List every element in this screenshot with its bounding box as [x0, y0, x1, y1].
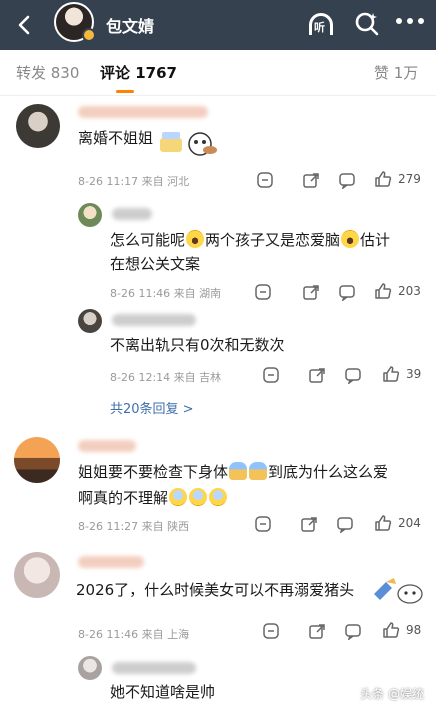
laugh-emoji-icon	[341, 230, 360, 248]
commenter-name[interactable]	[78, 440, 136, 452]
reply-icon[interactable]	[344, 366, 362, 384]
avatar[interactable]	[16, 104, 60, 148]
comment-text: 啊真的不理解	[78, 486, 228, 510]
cake-sticker-icon	[160, 132, 217, 156]
commenter-name[interactable]	[112, 314, 196, 326]
reply-icon[interactable]	[338, 171, 356, 189]
more-options-icon[interactable]	[396, 18, 424, 26]
like-icon[interactable]	[374, 282, 392, 300]
tab-repost[interactable]: 转发 830	[16, 62, 79, 83]
pray-emoji-icon	[229, 462, 248, 480]
comment-meta: 8-26 11:27 来自 陕西	[78, 520, 190, 533]
tab-likes[interactable]: 赞 1万	[374, 62, 418, 83]
avatar[interactable]	[78, 309, 102, 333]
cry-emoji-icon	[209, 488, 228, 506]
like-icon[interactable]	[374, 170, 392, 188]
reply-text: 不离出轨只有0次和无数次	[110, 336, 285, 354]
verified-badge-icon	[82, 28, 96, 42]
active-tab-indicator	[116, 90, 134, 93]
tab-comments[interactable]: 评论 1767	[100, 62, 177, 83]
pray-emoji-icon	[249, 462, 268, 480]
commenter-name[interactable]	[112, 208, 152, 220]
reply-text: 她不知道啥是帅	[110, 683, 216, 701]
cry-emoji-icon	[169, 488, 188, 506]
laugh-emoji-icon	[186, 230, 205, 248]
share-icon[interactable]	[308, 366, 326, 384]
like-icon[interactable]	[382, 621, 400, 639]
share-icon[interactable]	[302, 283, 320, 301]
share-icon[interactable]	[302, 171, 320, 189]
block-icon[interactable]	[262, 622, 280, 640]
reply-icon[interactable]	[336, 515, 354, 533]
like-count: 98	[406, 623, 422, 637]
comment-meta: 8-26 11:17 来自 河北	[78, 175, 190, 188]
block-icon[interactable]	[254, 283, 272, 301]
comment-meta: 8-26 11:46 来自 湖南	[110, 287, 222, 300]
avatar[interactable]	[14, 552, 60, 598]
listen-label: 听	[314, 21, 325, 34]
comment-meta: 8-26 11:46 来自 上海	[78, 628, 190, 641]
commenter-name[interactable]	[112, 662, 196, 674]
like-icon[interactable]	[374, 514, 392, 532]
share-icon[interactable]	[300, 515, 318, 533]
like-count: 203	[398, 284, 421, 298]
comment-text: 2026了，什么时候美女可以不再溺爱猪头	[76, 581, 355, 599]
reply-text: 怎么可能呢 两个孩子又是恋爱脑 估计	[110, 230, 391, 249]
listen-button[interactable]: 听	[306, 10, 340, 40]
reply-icon[interactable]	[344, 622, 362, 640]
share-icon[interactable]	[308, 622, 326, 640]
block-icon[interactable]	[262, 366, 280, 384]
avatar[interactable]	[78, 656, 102, 680]
search-icon[interactable]	[354, 11, 380, 37]
tab-bar: 转发 830 评论 1767 赞 1万	[0, 50, 436, 96]
block-icon[interactable]	[256, 171, 274, 189]
view-more-replies-link[interactable]: 共20条回复 >	[110, 398, 194, 417]
avatar[interactable]	[14, 437, 60, 483]
like-count: 39	[406, 367, 422, 381]
watermark: 头条 @娱统	[360, 687, 424, 701]
block-icon[interactable]	[254, 515, 272, 533]
broom-sticker-icon	[374, 578, 423, 604]
cry-emoji-icon	[189, 488, 208, 506]
reply-icon[interactable]	[338, 283, 356, 301]
commenter-name[interactable]	[78, 556, 144, 568]
comment-text: 姐姐要不要检查下身体 到底为什么这么爱	[78, 462, 389, 481]
comment-meta: 8-26 12:14 来自 吉林	[110, 371, 222, 384]
avatar[interactable]	[78, 203, 102, 227]
commenter-name[interactable]	[78, 106, 208, 118]
back-arrow-icon[interactable]	[14, 14, 36, 36]
top-bar: 包文婧 听	[0, 0, 436, 50]
like-icon[interactable]	[382, 365, 400, 383]
profile-name[interactable]: 包文婧	[106, 13, 154, 37]
like-count: 279	[398, 172, 421, 186]
like-count: 204	[398, 516, 421, 530]
comment-text: 离婚不姐姐	[78, 129, 154, 147]
reply-text: 在想公关文案	[110, 255, 201, 273]
